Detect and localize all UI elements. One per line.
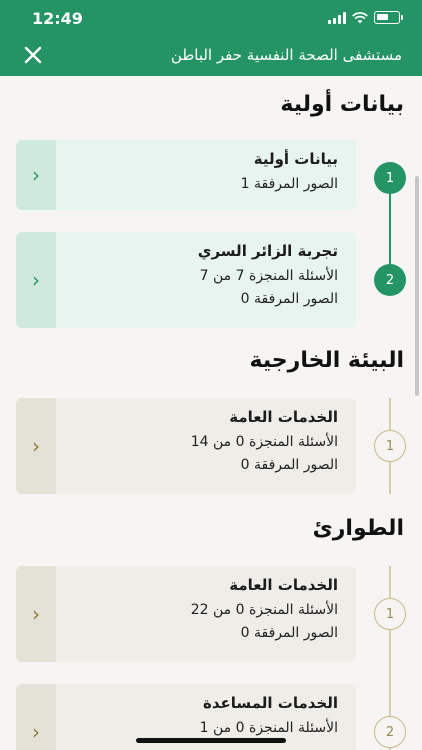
open-item-button[interactable]: ‹ bbox=[16, 232, 56, 328]
step-badge: 1 bbox=[374, 598, 406, 630]
status-icons bbox=[328, 11, 403, 24]
item-detail: الأسئلة المنجزة 0 من 1 bbox=[199, 720, 338, 736]
section-title-emergency: الطوارئ bbox=[312, 516, 404, 541]
section-title-initial-data: بيانات أولية bbox=[280, 92, 404, 117]
item-detail: الأسئلة المنجزة 0 من 14 bbox=[190, 434, 338, 450]
section-item-card[interactable]: ‹ بيانات أولية الصور المرفقة 1 bbox=[16, 140, 356, 210]
item-name: تجربة الزائر السري bbox=[197, 242, 338, 260]
sections-list[interactable]: بيانات أولية ‹ بيانات أولية الصور المرفق… bbox=[0, 76, 422, 750]
battery-level bbox=[377, 14, 388, 20]
status-time: 12:49 bbox=[32, 9, 83, 28]
item-detail: الأسئلة المنجزة 7 من 7 bbox=[199, 268, 338, 284]
step-badge: 2 bbox=[374, 716, 406, 748]
open-item-button[interactable]: ‹ bbox=[16, 140, 56, 210]
close-icon[interactable] bbox=[22, 44, 44, 66]
nav-bar: مستشفى الصحة النفسية حفر الباطن bbox=[0, 36, 422, 76]
item-detail: الصور المرفقة 0 bbox=[240, 457, 338, 473]
section-title-external-environment: البيئة الخارجية bbox=[249, 348, 404, 373]
item-name: بيانات أولية bbox=[253, 150, 338, 168]
section-item-card[interactable]: ‹ الخدمات العامة الأسئلة المنجزة 0 من 14… bbox=[16, 398, 356, 494]
step-badge: 1 bbox=[374, 430, 406, 462]
chevron-left-icon: ‹ bbox=[32, 268, 40, 292]
step-badge: 1 bbox=[374, 162, 406, 194]
open-item-button[interactable]: ‹ bbox=[16, 684, 56, 750]
item-name: الخدمات العامة bbox=[229, 576, 338, 594]
item-name: الخدمات العامة bbox=[229, 408, 338, 426]
item-detail: الصور المرفقة 0 bbox=[240, 625, 338, 641]
cellular-signal-icon bbox=[328, 11, 346, 24]
home-indicator[interactable] bbox=[136, 738, 286, 743]
open-item-button[interactable]: ‹ bbox=[16, 566, 56, 662]
item-detail: الصور المرفقة 0 bbox=[240, 291, 338, 307]
status-bar: 12:49 bbox=[0, 0, 422, 36]
section-item-card[interactable]: ‹ تجربة الزائر السري الأسئلة المنجزة 7 م… bbox=[16, 232, 356, 328]
chevron-left-icon: ‹ bbox=[32, 434, 40, 458]
chevron-left-icon: ‹ bbox=[32, 163, 40, 187]
battery-icon bbox=[374, 11, 403, 24]
section-item-card[interactable]: ‹ الخدمات العامة الأسئلة المنجزة 0 من 22… bbox=[16, 566, 356, 662]
nav-title: مستشفى الصحة النفسية حفر الباطن bbox=[170, 46, 402, 64]
scrollbar[interactable] bbox=[415, 176, 419, 396]
item-detail: الأسئلة المنجزة 0 من 22 bbox=[190, 602, 338, 618]
item-name: الخدمات المساعدة bbox=[203, 694, 338, 712]
chevron-left-icon: ‹ bbox=[32, 602, 40, 626]
step-badge: 2 bbox=[374, 264, 406, 296]
item-detail: الصور المرفقة 1 bbox=[240, 176, 338, 192]
open-item-button[interactable]: ‹ bbox=[16, 398, 56, 494]
chevron-left-icon: ‹ bbox=[32, 720, 40, 744]
wifi-icon bbox=[352, 11, 368, 23]
